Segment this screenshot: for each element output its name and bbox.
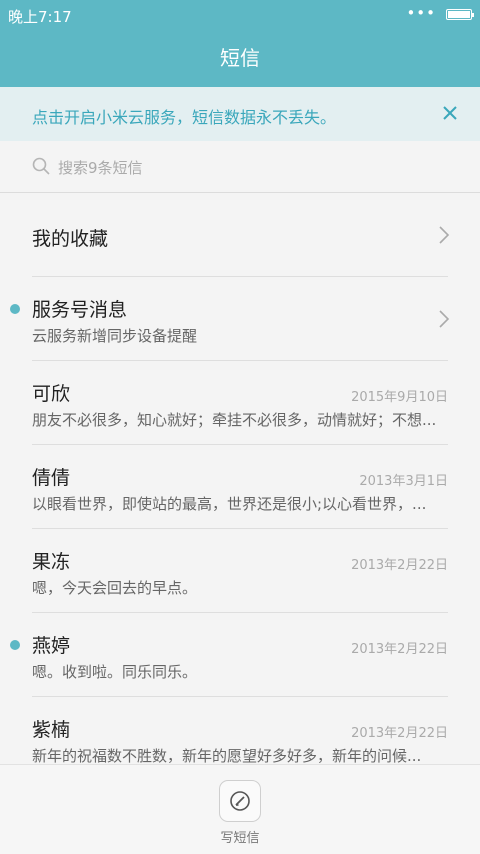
- unread-dot: [10, 640, 20, 650]
- message-snippet: 嗯。收到啦。同乐同乐。: [32, 663, 198, 681]
- favorites-label: 我的收藏: [32, 228, 109, 250]
- status-bar: 晚上7:17 •••: [0, 0, 480, 30]
- bottom-toolbar: 写短信: [0, 764, 480, 854]
- close-icon[interactable]: [436, 99, 464, 127]
- search-input[interactable]: 搜索9条短信: [58, 157, 143, 178]
- message-snippet: 嗯，今天会回去的早点。: [32, 579, 198, 597]
- search-icon: [32, 157, 50, 175]
- message-snippet: 以眼看世界，即使站的最高，世界还是很小;以心看世界，...: [32, 495, 427, 513]
- banner-text[interactable]: 点击开启小米云服务，短信数据永不丢失。: [32, 104, 336, 128]
- contact-name: 紫楠: [32, 719, 71, 741]
- contact-name: 倩倩: [32, 467, 71, 489]
- conversation-row[interactable]: 果冻 2013年2月22日 嗯，今天会回去的早点。: [0, 529, 480, 613]
- signal-dots-icon: •••: [406, 4, 436, 22]
- compose-button[interactable]: [219, 780, 261, 822]
- message-date: 2013年2月22日: [351, 726, 448, 741]
- contact-name: 燕婷: [32, 635, 71, 657]
- cloud-service-banner[interactable]: 点击开启小米云服务，短信数据永不丢失。: [0, 87, 480, 141]
- conversation-row[interactable]: 可欣 2015年9月10日 朋友不必很多，知心就好；牵挂不必很多，动情就好；不想…: [0, 361, 480, 445]
- message-date: 2015年9月10日: [351, 390, 448, 405]
- battery-icon: [446, 9, 474, 20]
- contact-name: 果冻: [32, 551, 71, 573]
- message-date: 2013年2月22日: [351, 642, 448, 657]
- contact-name: 服务号消息: [32, 299, 128, 321]
- unread-dot: [10, 304, 20, 314]
- compose-label[interactable]: 写短信: [0, 827, 480, 846]
- search-bar[interactable]: 搜索9条短信: [0, 141, 480, 193]
- status-time: 晚上7:17: [8, 8, 72, 26]
- page-title: 短信: [0, 30, 480, 87]
- message-snippet: 朋友不必很多，知心就好；牵挂不必很多，动情就好；不想...: [32, 411, 437, 429]
- message-snippet: 云服务新增同步设备提醒: [32, 327, 198, 345]
- compose-icon: [230, 791, 250, 811]
- conversation-row[interactable]: 服务号消息 云服务新增同步设备提醒: [0, 277, 480, 361]
- favorites-item[interactable]: 我的收藏: [0, 193, 480, 277]
- message-date: 2013年3月1日: [359, 474, 448, 489]
- chevron-right-icon: [438, 225, 450, 245]
- conversation-row[interactable]: 倩倩 2013年3月1日 以眼看世界，即使站的最高，世界还是很小;以心看世界，.…: [0, 445, 480, 529]
- conversation-list: 我的收藏 服务号消息 云服务新增同步设备提醒 可欣 2015年9月10日 朋友不…: [0, 193, 480, 781]
- conversation-row[interactable]: 燕婷 2013年2月22日 嗯。收到啦。同乐同乐。: [0, 613, 480, 697]
- chevron-right-icon: [438, 309, 450, 329]
- message-snippet: 新年的祝福数不胜数，新年的愿望好多好多，新年的问候...: [32, 747, 422, 765]
- message-date: 2013年2月22日: [351, 558, 448, 573]
- contact-name: 可欣: [32, 383, 71, 405]
